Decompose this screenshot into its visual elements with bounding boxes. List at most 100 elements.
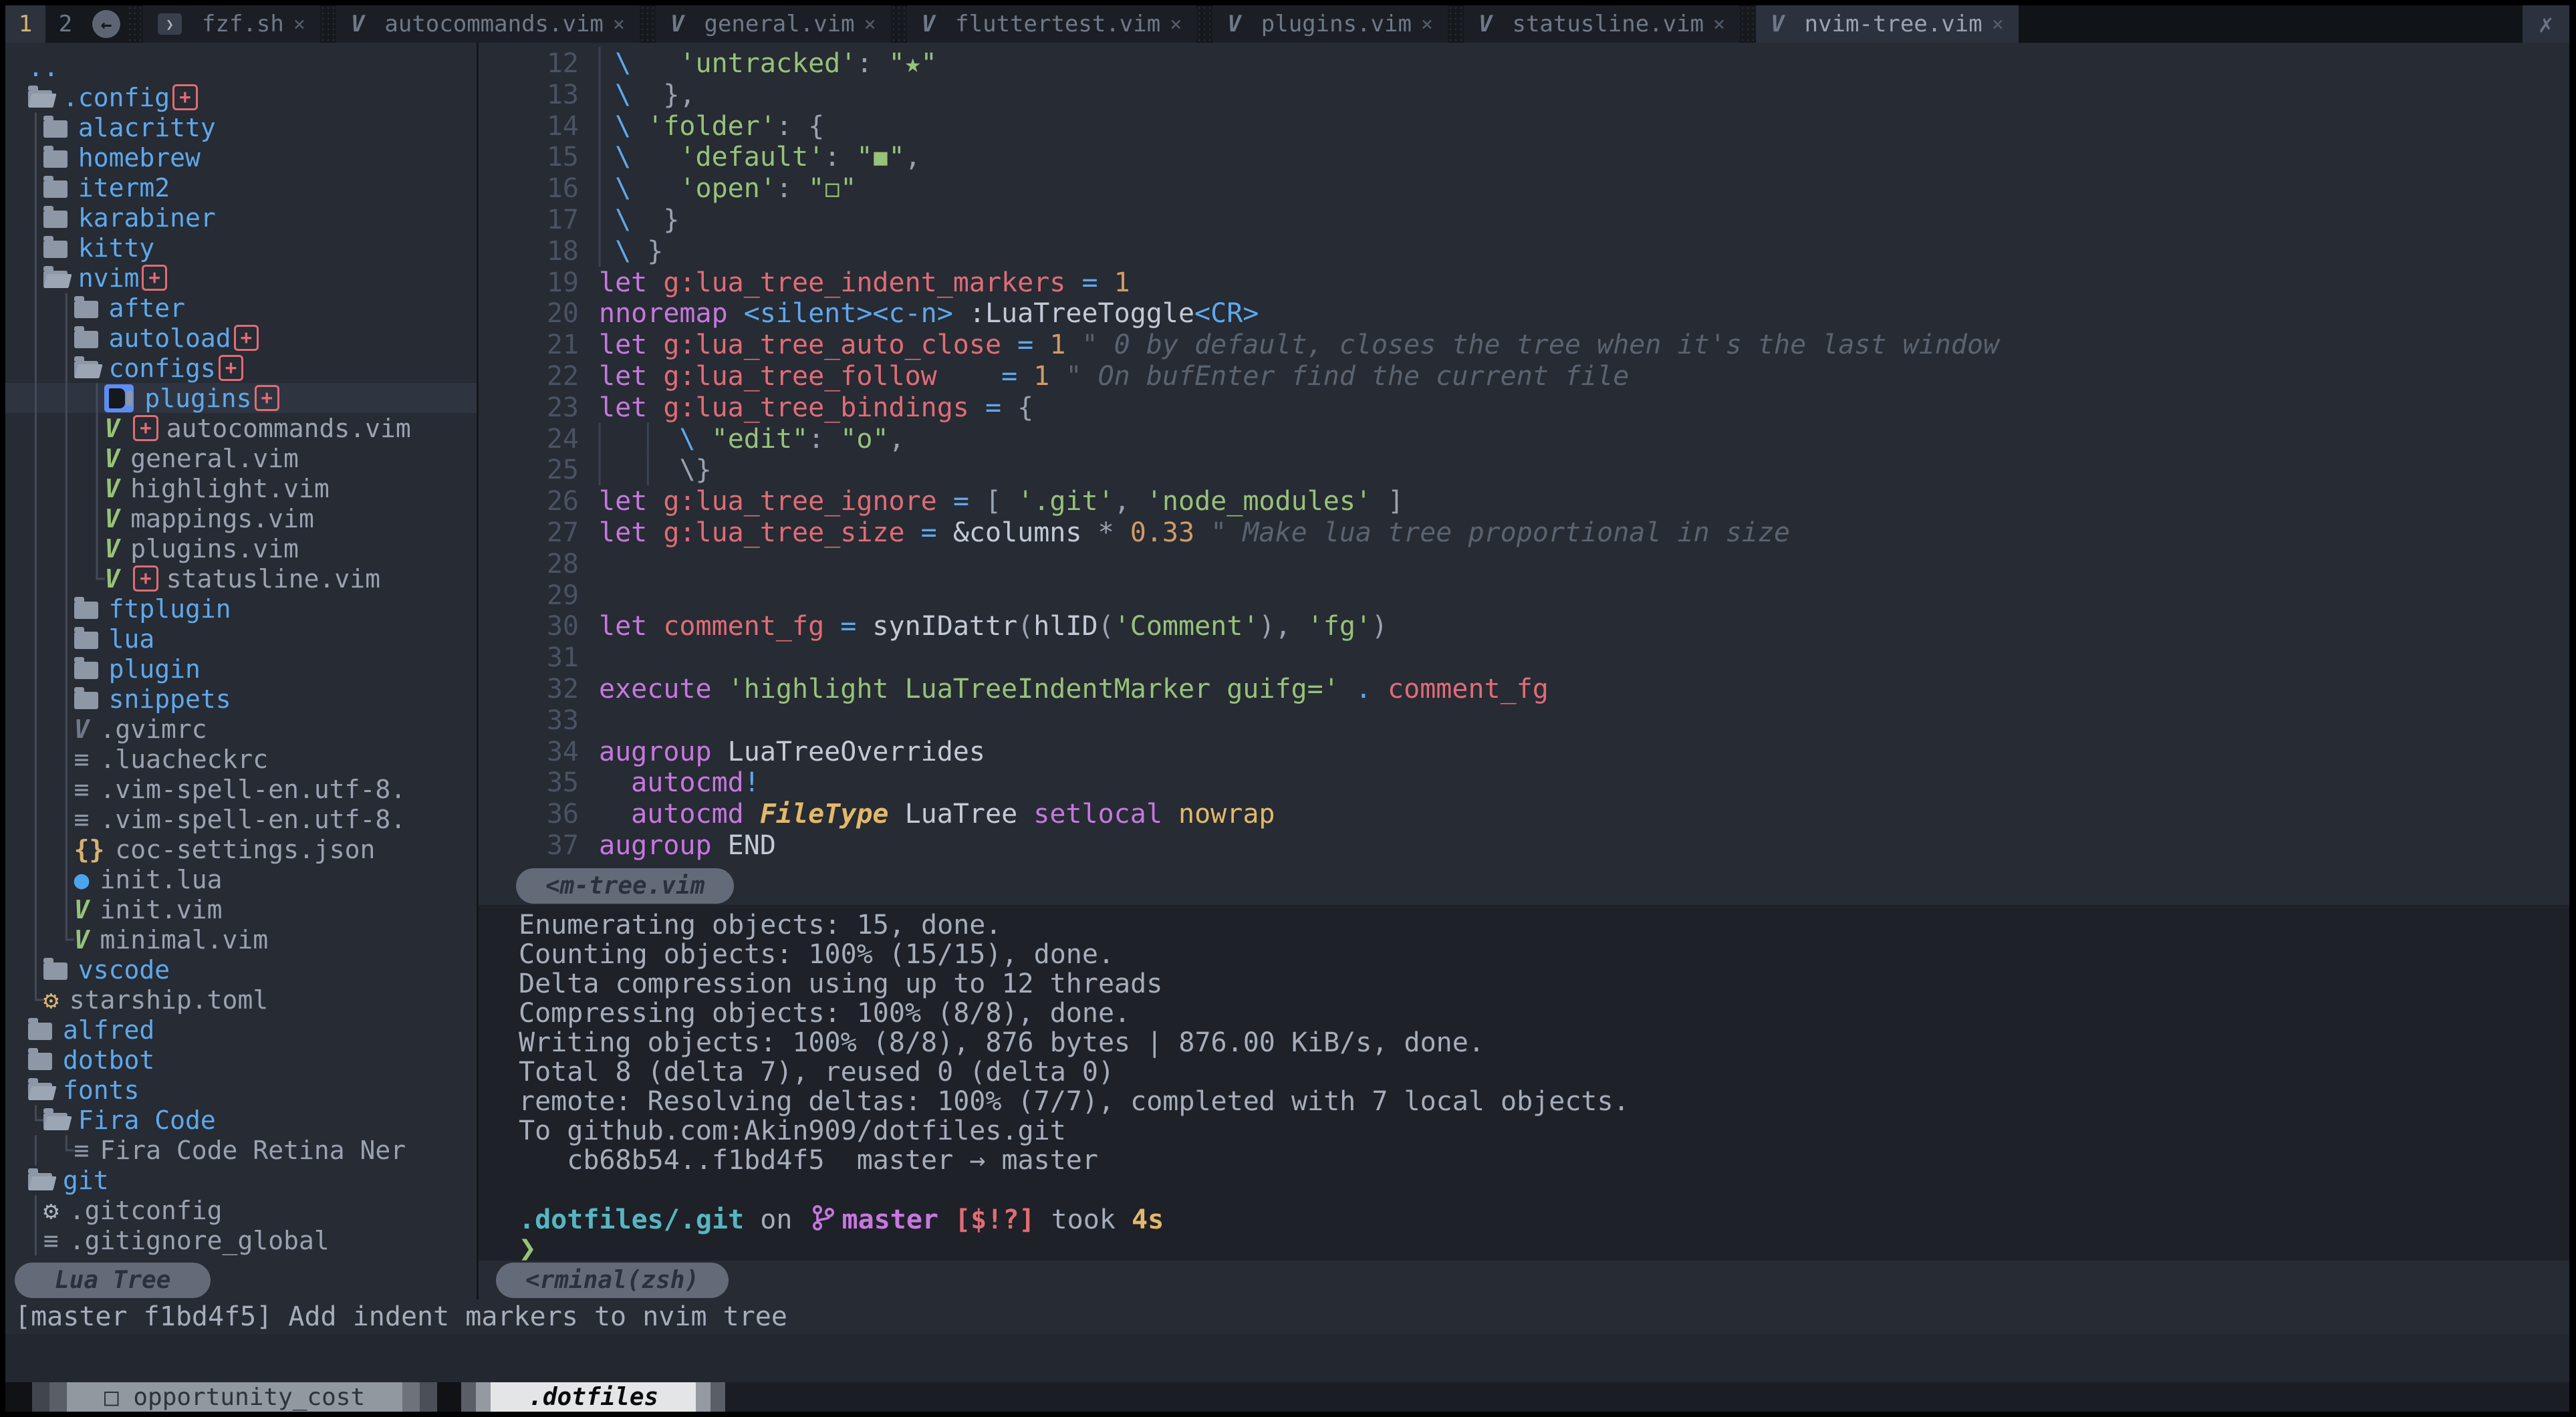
tree-item-karabiner[interactable]: │ karabiner	[5, 203, 477, 233]
tree-item-configs[interactable]: │ │ configs+	[5, 353, 477, 383]
tab-general.vim[interactable]: Vgeneral.vim×	[656, 5, 891, 43]
tree-item-alfred[interactable]: alfred	[5, 1015, 477, 1045]
tree-item-.luacheckrc[interactable]: │ │ ≡.luacheckrc	[5, 744, 477, 774]
tree-indent-guides: │	[28, 233, 43, 263]
back-circle-icon[interactable]: ←	[92, 10, 120, 38]
tree-item-plugins[interactable]: │ │ │ plugins+	[5, 383, 477, 413]
tab-close-icon[interactable]: ×	[293, 13, 305, 36]
tree-item-kitty[interactable]: │ kitty	[5, 233, 477, 263]
tab-statusline.vim[interactable]: Vstatusline.vim×	[1464, 5, 1740, 43]
code-line[interactable]: 27let g:lua_tree_size = &columns * 0.33 …	[479, 517, 2569, 549]
code-line[interactable]: 12▏\ 'untracked': "★"	[479, 48, 2569, 80]
tree-item-git[interactable]: git	[5, 1165, 477, 1195]
tabpage-number-1[interactable]: 1	[5, 5, 45, 43]
tab-fluttertest.vim[interactable]: Vfluttertest.vim×	[907, 5, 1197, 43]
tree-item-autoload[interactable]: │ │ autoload+	[5, 323, 477, 353]
code-line[interactable]: 23let g:lua_tree_bindings = {	[479, 392, 2569, 424]
tree-indent-guides: │ └	[28, 925, 74, 954]
code-line[interactable]: 19let g:lua_tree_indent_markers = 1	[479, 267, 2569, 299]
code-line[interactable]: 30let comment_fg = synIDattr(hlID('Comme…	[479, 611, 2569, 642]
tab-close-icon[interactable]: ×	[1992, 13, 2004, 36]
code-line[interactable]: 35 autocmd!	[479, 767, 2569, 799]
code-line[interactable]: 37augroup END	[479, 830, 2569, 862]
tab-nvim-tree.vim[interactable]: Vnvim-tree.vim×	[1756, 5, 2019, 43]
tree-item-nvim[interactable]: │ nvim+	[5, 263, 477, 293]
tmux-window--opportunity_cost[interactable]: □ opportunity_cost	[67, 1382, 402, 1412]
tree-item-starship.toml[interactable]: └ ⚙starship.toml	[5, 985, 477, 1015]
tree-item-autocommands.vim[interactable]: │ │ │ V+autocommands.vim	[5, 413, 477, 443]
tree-item-statusline.vim[interactable]: │ │ └ V+statusline.vim	[5, 563, 477, 594]
tree-item-Fira-Code[interactable]: └ Fira Code	[5, 1105, 477, 1135]
tree-item-.gvimrc[interactable]: │ │ V.gvimrc	[5, 714, 477, 744]
code-line[interactable]: 20nnoremap <silent><c-n> :LuaTreeToggle<…	[479, 298, 2569, 330]
tree-item-.config[interactable]: .config+	[5, 82, 477, 112]
code-line[interactable]: 17▏\ }	[479, 205, 2569, 236]
tree-item-.vim-spell-en.utf-8.[interactable]: │ │ ≡.vim-spell-en.utf-8.	[5, 774, 477, 804]
tree-item-minimal.vim[interactable]: │ └ Vminimal.vim	[5, 924, 477, 954]
tab-fzf.sh[interactable]: ❯fzf.sh×	[143, 5, 320, 43]
code-line[interactable]: 16▏\ 'open': "◻"	[479, 173, 2569, 205]
code-line[interactable]: 31	[479, 642, 2569, 674]
tree-item-after[interactable]: │ │ after	[5, 293, 477, 323]
tree-item-vscode[interactable]: │ vscode	[5, 954, 477, 985]
tree-item-.vim-spell-en.utf-8.[interactable]: │ │ ≡.vim-spell-en.utf-8.	[5, 804, 477, 834]
tree-item-label: alacritty	[78, 113, 216, 142]
tree-item-label: .vim-spell-en.utf-8.	[100, 775, 406, 804]
tab-close-icon[interactable]: ×	[1421, 13, 1433, 36]
line-number: 21	[479, 330, 579, 361]
tree-item-iterm2[interactable]: │ iterm2	[5, 172, 477, 203]
tree-item-plugins.vim[interactable]: │ │ │ Vplugins.vim	[5, 533, 477, 563]
code-line[interactable]: 15▏\ 'default': "◼",	[479, 142, 2569, 173]
tree-item-highlight.vim[interactable]: │ │ │ Vhighlight.vim	[5, 473, 477, 503]
tree-item-label: plugins	[144, 384, 251, 413]
code-line[interactable]: 32execute 'highlight LuaTreeIndentMarker…	[479, 674, 2569, 705]
tree-item-label: ftplugin	[109, 594, 231, 624]
tab-close-icon[interactable]: ×	[613, 13, 625, 36]
tree-item-plugin[interactable]: │ │ plugin	[5, 654, 477, 684]
tree-item-coc-settings.json[interactable]: │ │ {}coc-settings.json	[5, 834, 477, 864]
tree-item-fonts[interactable]: fonts	[5, 1075, 477, 1105]
code-line[interactable]: 34augroup LuaTreeOverrides	[479, 737, 2569, 768]
code-line[interactable]: 28	[479, 549, 2569, 580]
tree-item-init.vim[interactable]: │ │ Vinit.vim	[5, 894, 477, 924]
tree-item-snippets[interactable]: │ │ snippets	[5, 684, 477, 714]
code-text: let g:lua_tree_ignore = [ '.git', 'node_…	[579, 486, 1404, 517]
tree-item-..[interactable]: ..	[5, 52, 477, 82]
code-line[interactable]: 18▏\ }	[479, 236, 2569, 267]
line-number: 36	[479, 799, 579, 830]
code-line[interactable]: 33	[479, 705, 2569, 737]
code-line[interactable]: 14▏\ 'folder': {	[479, 111, 2569, 142]
tree-item-alacritty[interactable]: │ alacritty	[5, 112, 477, 142]
code-line[interactable]: 22let g:lua_tree_follow = 1 " On bufEnte…	[479, 361, 2569, 392]
code-line[interactable]: 21let g:lua_tree_auto_close = 1 " 0 by d…	[479, 330, 2569, 361]
code-line[interactable]: 29	[479, 580, 2569, 612]
tree-item-dotbot[interactable]: dotbot	[5, 1045, 477, 1075]
terminal-pane[interactable]: Enumerating objects: 15, done.Counting o…	[479, 905, 2569, 1261]
shell-prompt-symbol[interactable]: ❯	[519, 1234, 2569, 1261]
code-line[interactable]: 24▏ ▏ \ "edit": "o",	[479, 424, 2569, 455]
line-number: 30	[479, 611, 579, 642]
tree-item-general.vim[interactable]: │ │ │ Vgeneral.vim	[5, 443, 477, 473]
tree-item-homebrew[interactable]: │ homebrew	[5, 142, 477, 172]
tab-plugins.vim[interactable]: Vplugins.vim×	[1212, 5, 1448, 43]
tmux-window--dotfiles[interactable]: .dotfiles	[491, 1382, 696, 1412]
code-line[interactable]: 26let g:lua_tree_ignore = [ '.git', 'nod…	[479, 486, 2569, 517]
tree-item-lua[interactable]: │ │ lua	[5, 624, 477, 654]
code-buffer[interactable]: 12▏\ 'untracked': "★"13▏\ },14▏\ 'folder…	[479, 43, 2569, 866]
tree-item-ftplugin[interactable]: │ │ ftplugin	[5, 594, 477, 624]
close-all-icon[interactable]: ✗	[2523, 5, 2569, 43]
tab-autocommands.vim[interactable]: Vautocommands.vim×	[336, 5, 640, 43]
tabpage-number-2[interactable]: 2	[45, 5, 86, 43]
tab-close-icon[interactable]: ×	[1170, 13, 1182, 36]
tree-item-.gitignore_global[interactable]: │ ≡.gitignore_global	[5, 1225, 477, 1255]
tree-item-mappings.vim[interactable]: │ │ │ Vmappings.vim	[5, 503, 477, 533]
tab-close-icon[interactable]: ×	[864, 13, 876, 36]
tree-item-init.lua[interactable]: │ │ ●init.lua	[5, 864, 477, 894]
tab-close-icon[interactable]: ×	[1713, 13, 1725, 36]
vim-icon: V	[104, 414, 120, 443]
tree-item-.gitconfig[interactable]: │ ⚙.gitconfig	[5, 1195, 477, 1225]
code-line[interactable]: 25▏ ▏ \}	[479, 455, 2569, 486]
code-line[interactable]: 13▏\ },	[479, 80, 2569, 111]
tree-item-Fira-Code-Retina-Ner[interactable]: │ └ ≡Fira Code Retina Ner	[5, 1135, 477, 1165]
code-line[interactable]: 36 autocmd FileType LuaTree setlocal now…	[479, 799, 2569, 830]
